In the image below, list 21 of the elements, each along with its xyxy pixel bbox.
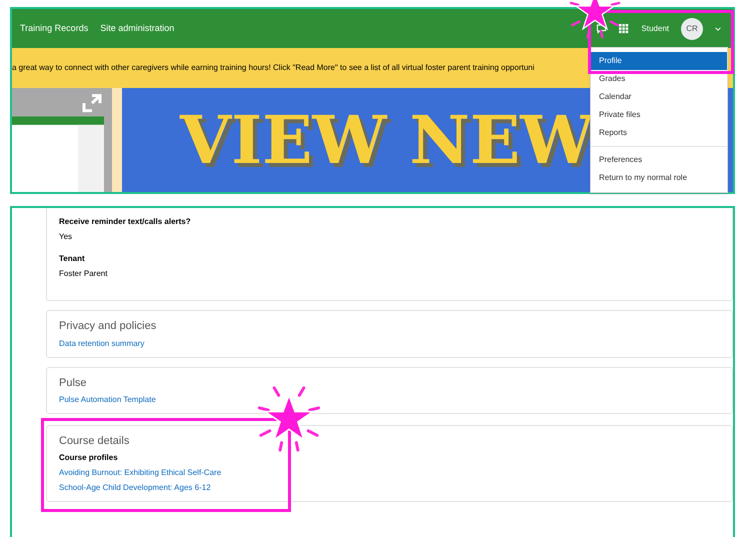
- field-label: Receive reminder text/calls alerts?: [59, 216, 192, 228]
- menu-item[interactable]: Profile: [591, 52, 727, 70]
- field-value: Foster Parent: [59, 268, 108, 280]
- caret-icon[interactable]: [715, 26, 721, 30]
- field-value: Yes: [59, 231, 74, 243]
- course-link[interactable]: Pulse Automation Template: [59, 393, 732, 406]
- grid-icon[interactable]: [619, 24, 630, 34]
- section-label: Course profiles: [59, 452, 119, 464]
- notice-text: a great way to connect with other caregivers while earning training hours! Click "Read More" to see a list of all virtual foster parent training opportuni: [12, 62, 534, 74]
- nav-link[interactable]: Training Records: [20, 22, 88, 36]
- course-link[interactable]: Avoiding Burnout: Exhibiting Ethical Self-Care: [59, 466, 732, 478]
- course-link[interactable]: School-Age Child Development: Ages 6-12: [59, 480, 732, 494]
- menu-item[interactable]: Grades: [591, 70, 727, 88]
- field-label: Tenant: [59, 253, 86, 265]
- course-link[interactable]: Data retention summary: [59, 336, 732, 350]
- card-title: Pulse: [59, 376, 88, 390]
- card-title: Course details: [59, 434, 130, 449]
- user-name: Student: [641, 22, 669, 34]
- user-avatar[interactable]: CR: [681, 18, 703, 40]
- card-title: Privacy and policies: [59, 319, 158, 334]
- nav-link[interactable]: Site administration: [100, 22, 174, 36]
